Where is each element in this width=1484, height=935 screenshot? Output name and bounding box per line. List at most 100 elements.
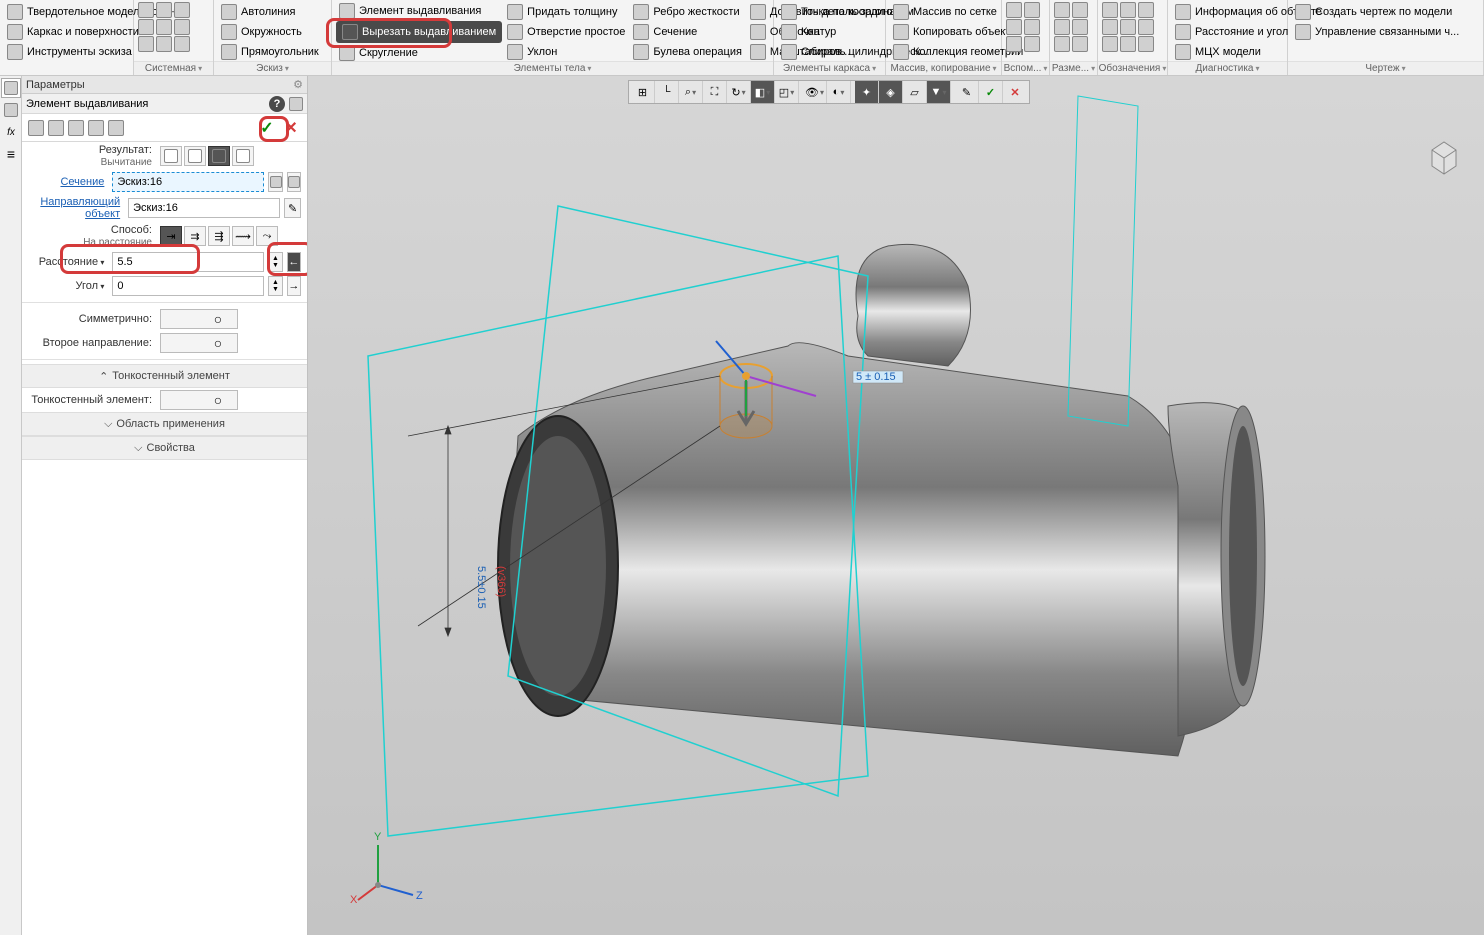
extrude-button[interactable]: Элемент выдавливания	[336, 2, 502, 20]
dim-icon-4[interactable]	[1072, 19, 1088, 35]
section-btn-1[interactable]	[268, 172, 282, 192]
undo-icon[interactable]	[156, 19, 172, 35]
thin-toggle[interactable]: ○	[160, 390, 238, 410]
left-tab-menu[interactable]: ≡	[1, 144, 21, 164]
thin-section-header[interactable]: Тонкостенный элемент	[22, 364, 307, 388]
hole-button[interactable]: Отверстие простое	[504, 22, 628, 41]
dim-icon-3[interactable]	[1054, 19, 1070, 35]
rib-button[interactable]: Ребро жесткости	[630, 2, 745, 21]
diag-group-label[interactable]: Диагностика	[1168, 61, 1287, 75]
panel-tree-icon[interactable]	[289, 97, 303, 111]
annot-icon-3[interactable]	[1138, 2, 1154, 18]
view-cube[interactable]	[1424, 136, 1464, 176]
aux-icon-3[interactable]	[1006, 19, 1022, 35]
print-icon[interactable]	[138, 19, 154, 35]
aux-icon-2[interactable]	[1024, 2, 1040, 18]
autoline-button[interactable]: Автолиния	[218, 2, 322, 21]
cancel-button[interactable]: ✕	[281, 118, 301, 138]
dim-icon-6[interactable]	[1072, 36, 1088, 52]
section-input[interactable]	[112, 172, 264, 192]
symmetric-toggle[interactable]: ○	[160, 309, 238, 329]
guide-input[interactable]	[128, 198, 280, 218]
bool-button[interactable]: Булева операция	[630, 42, 745, 61]
dim-icon-1[interactable]	[1054, 2, 1070, 18]
section-btn-2[interactable]	[287, 172, 301, 192]
guide-label[interactable]: Направляющий объект	[28, 196, 124, 220]
guide-btn-1[interactable]: ✎	[284, 198, 301, 218]
viewport[interactable]: ⊞ └ ⌕ ⛶ ↻ ◧ ◰ 👁 ◐ ✦ ◈ ▱ ▼ ✎ ✓ ✕	[308, 76, 1484, 935]
method-opt-3[interactable]: ⇶	[208, 226, 230, 246]
result-opt-3[interactable]	[208, 146, 230, 166]
cut-extrude-button[interactable]: Вырезать выдавливанием	[336, 21, 502, 42]
system-group-label[interactable]: Системная	[134, 61, 213, 75]
left-tab-fx[interactable]: fx	[1, 122, 21, 142]
fillet-button[interactable]: Скругление	[336, 44, 502, 62]
annot-icon-2[interactable]	[1120, 2, 1136, 18]
draft-button[interactable]: Уклон	[504, 42, 628, 61]
angle-input[interactable]	[112, 276, 264, 296]
section-button[interactable]: Сечение	[630, 22, 745, 41]
aux-icon-5[interactable]	[1006, 36, 1022, 52]
method-opt-1[interactable]: ⇥	[160, 226, 182, 246]
tool-icon-2[interactable]	[48, 120, 64, 136]
angle-direction[interactable]: →	[287, 276, 301, 296]
tool-icon-3[interactable]	[68, 120, 84, 136]
body-group-label[interactable]: Элементы тела	[332, 61, 773, 75]
array-group-label[interactable]: Массив, копирование	[886, 61, 1001, 75]
angle-label[interactable]: Угол	[28, 280, 108, 292]
result-opt-2[interactable]	[184, 146, 206, 166]
apply-button[interactable]: ✓	[257, 118, 277, 138]
open-file-icon[interactable]	[156, 2, 172, 18]
tool-icon-5[interactable]	[108, 120, 124, 136]
create-drawing-button[interactable]: Создать чертеж по модели	[1292, 2, 1462, 21]
save-icon[interactable]	[174, 2, 190, 18]
method-opt-5[interactable]: ⤳	[256, 226, 278, 246]
sketch-group-label[interactable]: Эскиз	[214, 61, 331, 75]
dim-group-label[interactable]: Разме...	[1050, 61, 1097, 75]
dim-icon-2[interactable]	[1072, 2, 1088, 18]
dim-icon-5[interactable]	[1054, 36, 1070, 52]
left-tab-tree[interactable]	[1, 78, 21, 98]
annot-group-label[interactable]: Обозначения	[1098, 61, 1167, 75]
method-opt-2[interactable]: ⇉	[184, 226, 206, 246]
copy-icon[interactable]	[138, 36, 154, 52]
second-dir-toggle[interactable]: ○	[160, 333, 238, 353]
scope-section-header[interactable]: Область применения	[22, 412, 307, 436]
props-icon[interactable]	[174, 36, 190, 52]
annot-icon-4[interactable]	[1102, 19, 1118, 35]
annot-icon-8[interactable]	[1120, 36, 1136, 52]
annot-icon-6[interactable]	[1138, 19, 1154, 35]
method-opt-4[interactable]: ⟿	[232, 226, 254, 246]
left-tab-params[interactable]	[1, 100, 21, 120]
wireframe-group-label[interactable]: Элементы каркаса	[774, 61, 885, 75]
section-label[interactable]: Сечение	[28, 176, 108, 188]
redo-icon[interactable]	[174, 19, 190, 35]
manage-drawing-button[interactable]: Управление связанными ч...	[1292, 22, 1462, 41]
distance-input[interactable]	[112, 252, 264, 272]
aux-icon-4[interactable]	[1024, 19, 1040, 35]
annot-icon-1[interactable]	[1102, 2, 1118, 18]
annot-icon-7[interactable]	[1102, 36, 1118, 52]
annot-icon-5[interactable]	[1120, 19, 1136, 35]
distance-label[interactable]: Расстояние	[28, 256, 108, 268]
result-opt-4[interactable]	[232, 146, 254, 166]
direction-button[interactable]: ←	[287, 252, 301, 272]
aux-icon-1[interactable]	[1006, 2, 1022, 18]
aux-icon-6[interactable]	[1024, 36, 1040, 52]
panel-gear-icon[interactable]: ⚙	[293, 78, 303, 91]
props-section-header[interactable]: Свойства	[22, 436, 307, 460]
aux-group-label[interactable]: Вспом...	[1002, 61, 1049, 75]
annot-icon-9[interactable]	[1138, 36, 1154, 52]
thicken-button[interactable]: Придать толщину	[504, 2, 628, 21]
distance-stepper[interactable]: ▲▼	[268, 252, 282, 272]
circle-button[interactable]: Окружность	[218, 22, 322, 41]
tool-icon-1[interactable]	[28, 120, 44, 136]
rect-button[interactable]: Прямоугольник	[218, 42, 322, 61]
new-file-icon[interactable]	[138, 2, 154, 18]
tool-icon-4[interactable]	[88, 120, 104, 136]
result-opt-1[interactable]	[160, 146, 182, 166]
angle-stepper[interactable]: ▲▼	[268, 276, 282, 296]
paste-icon[interactable]	[156, 36, 172, 52]
help-icon[interactable]: ?	[269, 96, 285, 112]
drawing-group-label[interactable]: Чертеж	[1288, 61, 1483, 75]
